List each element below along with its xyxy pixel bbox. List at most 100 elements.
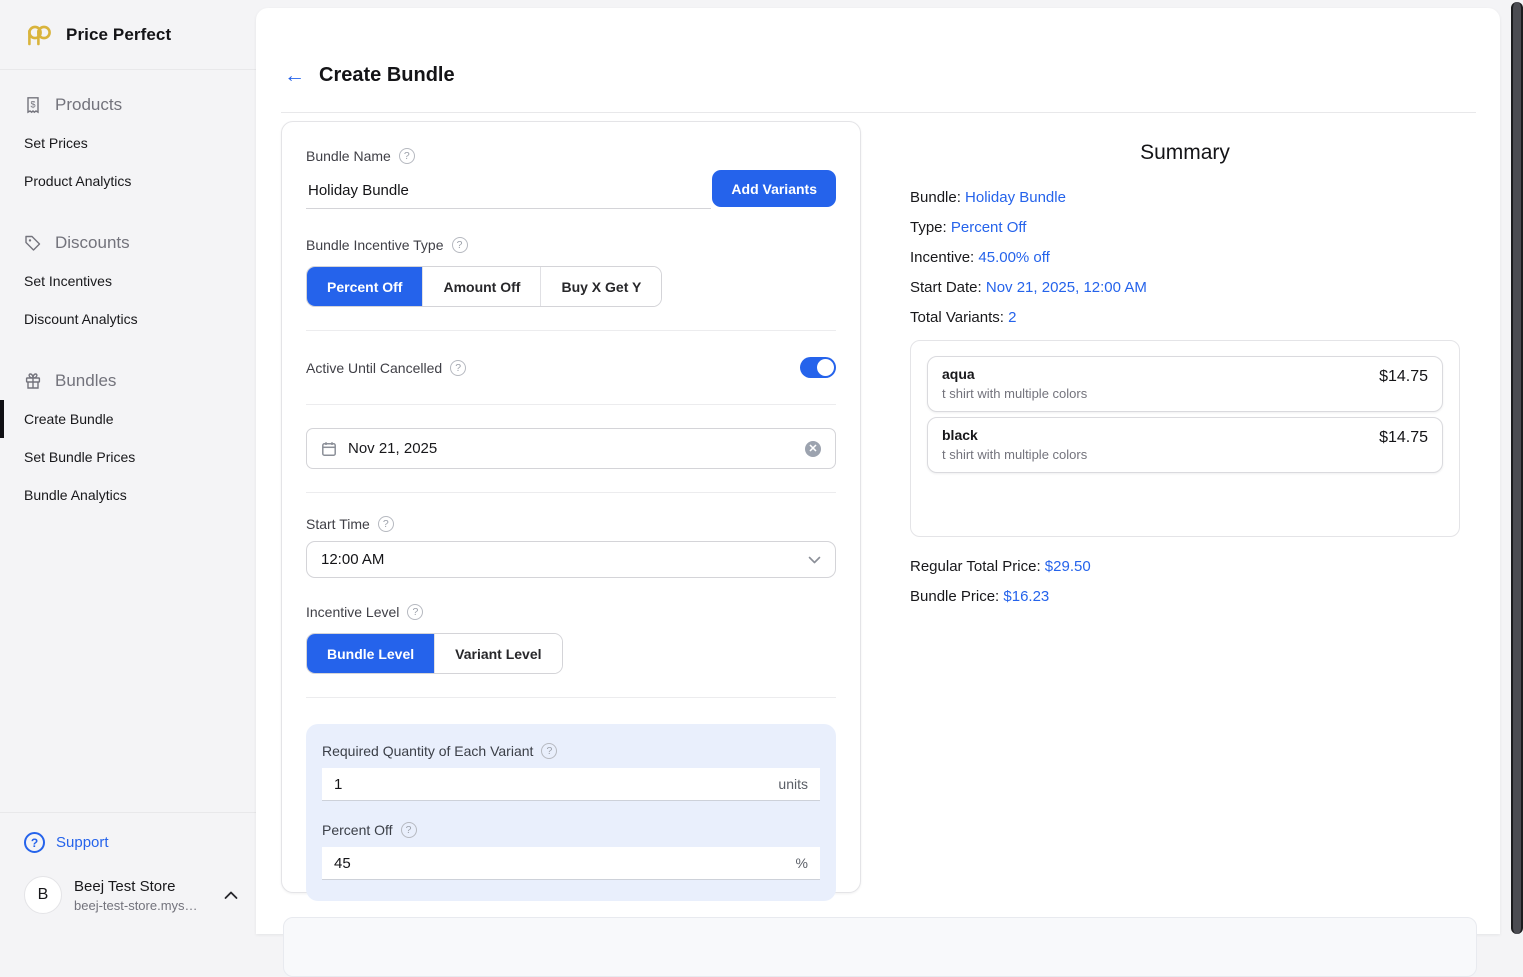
calendar-icon: [321, 441, 337, 457]
brand-logo-icon: [24, 22, 54, 48]
store-switcher[interactable]: B Beej Test Store beej-test-store.mysh…: [24, 876, 238, 914]
summary-row-start-date: Start Date: Nov 21, 2025, 12:00 AM: [910, 279, 1460, 296]
active-until-label: Active Until Cancelled ?: [306, 360, 466, 376]
help-icon[interactable]: ?: [541, 743, 557, 759]
incentive-level-label: Incentive Level ?: [306, 604, 836, 620]
sidebar-item-create-bundle[interactable]: Create Bundle: [0, 400, 256, 438]
start-time-value: 12:00 AM: [321, 551, 384, 568]
page-title: Create Bundle: [319, 64, 455, 87]
field-label-text: Incentive Level: [306, 604, 399, 620]
tab-buy-x-get-y[interactable]: Buy X Get Y: [541, 267, 661, 306]
store-domain: beej-test-store.mysh…: [74, 898, 202, 913]
brand: Price Perfect: [0, 0, 256, 70]
help-icon[interactable]: ?: [399, 148, 415, 164]
percent-off-label: Percent Off ?: [322, 822, 820, 838]
divider: [306, 404, 836, 405]
summary-panel: Summary Bundle: Holiday Bundle Type: Per…: [910, 141, 1460, 618]
divider: [306, 697, 836, 698]
percent-off-unit: %: [788, 855, 808, 871]
gift-icon: [24, 372, 42, 390]
summary-row-bundle: Bundle: Holiday Bundle: [910, 189, 1460, 206]
sidebar-section-products: $ Products: [0, 86, 256, 124]
store-name: Beej Test Store: [74, 878, 210, 895]
sidebar-footer: ? Support B Beej Test Store beej-test-st…: [0, 812, 256, 934]
field-label-text: Start Time: [306, 516, 370, 532]
back-button[interactable]: ←: [284, 66, 305, 86]
summary-row-incentive: Incentive: 45.00% off: [910, 249, 1460, 266]
toggle-knob: [817, 359, 834, 376]
store-avatar: B: [24, 876, 62, 914]
field-label-text: Bundle Incentive Type: [306, 237, 444, 253]
variants-list: aqua t shirt with multiple colors $14.75…: [910, 340, 1460, 537]
tab-bundle-level[interactable]: Bundle Level: [307, 634, 435, 673]
summary-row-total-variants: Total Variants: 2: [910, 309, 1460, 326]
sidebar-item-set-bundle-prices[interactable]: Set Bundle Prices: [0, 438, 256, 476]
start-time-select[interactable]: 12:00 AM: [306, 541, 836, 578]
quantity-label: Required Quantity of Each Variant ?: [322, 743, 820, 759]
bundle-name-input[interactable]: [306, 172, 711, 209]
variant-row: black t shirt with multiple colors $14.7…: [927, 417, 1443, 473]
incentive-type-group: Percent Off Amount Off Buy X Get Y: [306, 266, 662, 307]
field-label-text: Active Until Cancelled: [306, 360, 442, 376]
help-icon[interactable]: ?: [401, 822, 417, 838]
section-label: Discounts: [55, 233, 130, 253]
sidebar-section-discounts: Discounts: [0, 224, 256, 262]
tag-icon: [24, 234, 42, 252]
tab-amount-off[interactable]: Amount Off: [423, 267, 541, 306]
receipt-icon: $: [24, 96, 42, 114]
sidebar: Price Perfect $ Products Set Prices Prod…: [0, 0, 256, 934]
quantity-unit: units: [770, 776, 808, 792]
header-divider: [281, 112, 1476, 113]
summary-row-type: Type: Percent Off: [910, 219, 1460, 236]
chevron-down-icon: [808, 556, 821, 564]
help-icon[interactable]: ?: [378, 516, 394, 532]
bundle-form-card: Bundle Name ? Add Variants Bundle Incent…: [281, 121, 861, 893]
bundle-name-label: Bundle Name ?: [306, 148, 711, 164]
tab-variant-level[interactable]: Variant Level: [435, 634, 561, 673]
bottom-panel: [283, 917, 1477, 977]
main-content: ← Create Bundle Bundle Name ? Add Varian…: [256, 8, 1500, 934]
support-label: Support: [56, 834, 109, 851]
start-time-label: Start Time ?: [306, 516, 836, 532]
incentive-type-label: Bundle Incentive Type ?: [306, 237, 836, 253]
sidebar-item-product-analytics[interactable]: Product Analytics: [0, 162, 256, 200]
variant-price: $14.75: [1379, 429, 1428, 447]
variant-description: t shirt with multiple colors: [942, 447, 1087, 462]
sidebar-item-bundle-analytics[interactable]: Bundle Analytics: [0, 476, 256, 514]
help-circle-icon: ?: [24, 832, 45, 853]
sidebar-item-set-incentives[interactable]: Set Incentives: [0, 262, 256, 300]
quantity-input[interactable]: [334, 776, 770, 793]
chevron-up-icon: [224, 891, 238, 900]
help-icon[interactable]: ?: [452, 237, 468, 253]
variant-name: aqua: [942, 366, 1087, 382]
svg-text:$: $: [30, 100, 35, 110]
section-label: Bundles: [55, 371, 116, 391]
sidebar-item-set-prices[interactable]: Set Prices: [0, 124, 256, 162]
sidebar-nav: $ Products Set Prices Product Analytics …: [0, 70, 256, 514]
active-until-toggle[interactable]: [800, 357, 836, 378]
start-date-input[interactable]: Nov 21, 2025 ✕: [306, 428, 836, 469]
percent-off-input[interactable]: [334, 855, 788, 872]
clear-date-icon[interactable]: ✕: [805, 441, 821, 457]
start-date-value: Nov 21, 2025: [348, 440, 437, 457]
brand-name: Price Perfect: [66, 25, 171, 45]
bundle-level-settings-panel: Required Quantity of Each Variant ? unit…: [306, 724, 836, 901]
help-icon[interactable]: ?: [407, 604, 423, 620]
field-label-text: Required Quantity of Each Variant: [322, 743, 533, 759]
percent-off-field: %: [322, 847, 820, 880]
summary-bundle-price: Bundle Price: $16.23: [910, 588, 1460, 605]
quantity-field: units: [322, 768, 820, 801]
tab-percent-off[interactable]: Percent Off: [307, 267, 423, 306]
field-label-text: Percent Off: [322, 822, 393, 838]
sidebar-item-discount-analytics[interactable]: Discount Analytics: [0, 300, 256, 338]
summary-regular-total: Regular Total Price: $29.50: [910, 558, 1460, 575]
divider: [306, 330, 836, 331]
sidebar-section-bundles: Bundles: [0, 362, 256, 400]
scrollbar[interactable]: [1511, 2, 1523, 934]
divider: [306, 492, 836, 493]
add-variants-button[interactable]: Add Variants: [712, 170, 836, 207]
variant-description: t shirt with multiple colors: [942, 386, 1087, 401]
support-link[interactable]: ? Support: [24, 830, 238, 857]
variant-price: $14.75: [1379, 368, 1428, 386]
help-icon[interactable]: ?: [450, 360, 466, 376]
